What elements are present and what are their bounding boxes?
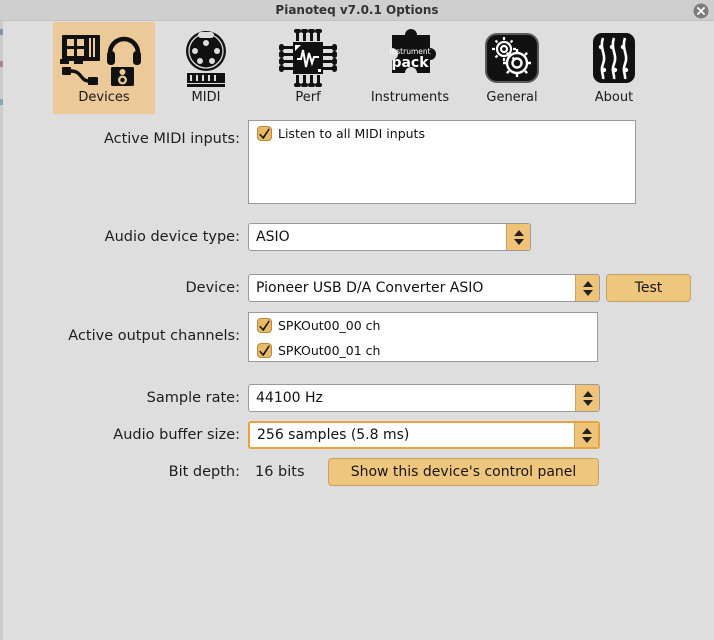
show-control-panel-button[interactable]: Show this device's control panel <box>328 458 599 486</box>
audio-device-type-label: Audio device type: <box>104 229 240 245</box>
spinner-up-down-icon[interactable] <box>574 423 598 447</box>
audio-buffer-size-combo[interactable]: 256 samples (5.8 ms) <box>248 421 600 449</box>
title-bar: Pianoteq v7.0.1 Options <box>0 0 714 21</box>
active-output-channels-list[interactable]: SPKOut00_00 ch SPKOut00_01 ch <box>248 312 598 362</box>
close-icon[interactable] <box>693 3 709 19</box>
devices-icon <box>56 29 152 87</box>
bit-depth-value: 16 bits <box>255 464 305 480</box>
options-window: Pianoteq v7.0.1 Options Devices MIDI Per… <box>0 0 714 640</box>
window-title: Pianoteq v7.0.1 Options <box>275 3 439 17</box>
list-item[interactable]: SPKOut00_01 ch <box>249 338 597 361</box>
bit-depth-label: Bit depth: <box>168 464 240 480</box>
checkbox-checked-icon[interactable] <box>257 318 272 333</box>
tab-devices[interactable]: Devices <box>53 22 155 114</box>
tab-midi[interactable]: MIDI <box>155 22 257 114</box>
gears-icon <box>464 29 560 87</box>
sample-rate-label: Sample rate: <box>146 390 240 406</box>
audio-buffer-size-value: 256 samples (5.8 ms) <box>257 427 410 443</box>
spinner-up-down-icon[interactable] <box>575 385 599 411</box>
tab-about[interactable]: About <box>563 22 665 114</box>
midi-din-icon <box>158 29 254 87</box>
list-item[interactable]: Listen to all MIDI inputs <box>249 121 635 146</box>
audio-device-type-combo[interactable]: ASIO <box>248 223 531 251</box>
list-item-label: Listen to all MIDI inputs <box>278 126 425 141</box>
strings-icon <box>566 29 662 87</box>
device-label: Device: <box>185 280 240 296</box>
tab-label: MIDI <box>191 90 221 105</box>
device-combo[interactable]: Pioneer USB D/A Converter ASIO <box>248 274 600 302</box>
sample-rate-value: 44100 Hz <box>256 390 323 406</box>
tab-label: Perf <box>295 90 321 105</box>
tab-label: About <box>594 90 634 105</box>
tab-label: General <box>486 90 538 105</box>
audio-device-type-value: ASIO <box>256 229 290 245</box>
test-button[interactable]: Test <box>606 274 691 302</box>
checkbox-checked-icon[interactable] <box>257 126 272 141</box>
cpu-chip-icon <box>260 29 356 87</box>
list-item-label: SPKOut00_01 ch <box>278 343 381 358</box>
svg-text:pack: pack <box>391 55 429 71</box>
active-output-channels-label: Active output channels: <box>68 328 240 344</box>
audio-buffer-size-label: Audio buffer size: <box>113 427 240 443</box>
list-item[interactable]: SPKOut00_00 ch <box>249 313 597 338</box>
checkbox-checked-icon[interactable] <box>257 343 272 358</box>
spinner-up-down-icon[interactable] <box>506 224 530 250</box>
active-midi-inputs-label: Active MIDI inputs: <box>103 131 240 147</box>
tab-label: Devices <box>78 90 130 105</box>
active-midi-inputs-list[interactable]: Listen to all MIDI inputs <box>248 120 636 204</box>
puzzle-pack-icon: instrument pack <box>362 29 458 87</box>
sample-rate-combo[interactable]: 44100 Hz <box>248 384 600 412</box>
list-item-label: SPKOut00_00 ch <box>278 318 381 333</box>
spinner-up-down-icon[interactable] <box>575 275 599 301</box>
tab-general[interactable]: General <box>461 22 563 114</box>
tab-toolbar: Devices MIDI Perf instrument pack Instru… <box>3 22 711 114</box>
tab-label: Instruments <box>370 90 450 105</box>
tab-instruments[interactable]: instrument pack Instruments <box>359 22 461 114</box>
device-value: Pioneer USB D/A Converter ASIO <box>256 280 484 296</box>
tab-perf[interactable]: Perf <box>257 22 359 114</box>
